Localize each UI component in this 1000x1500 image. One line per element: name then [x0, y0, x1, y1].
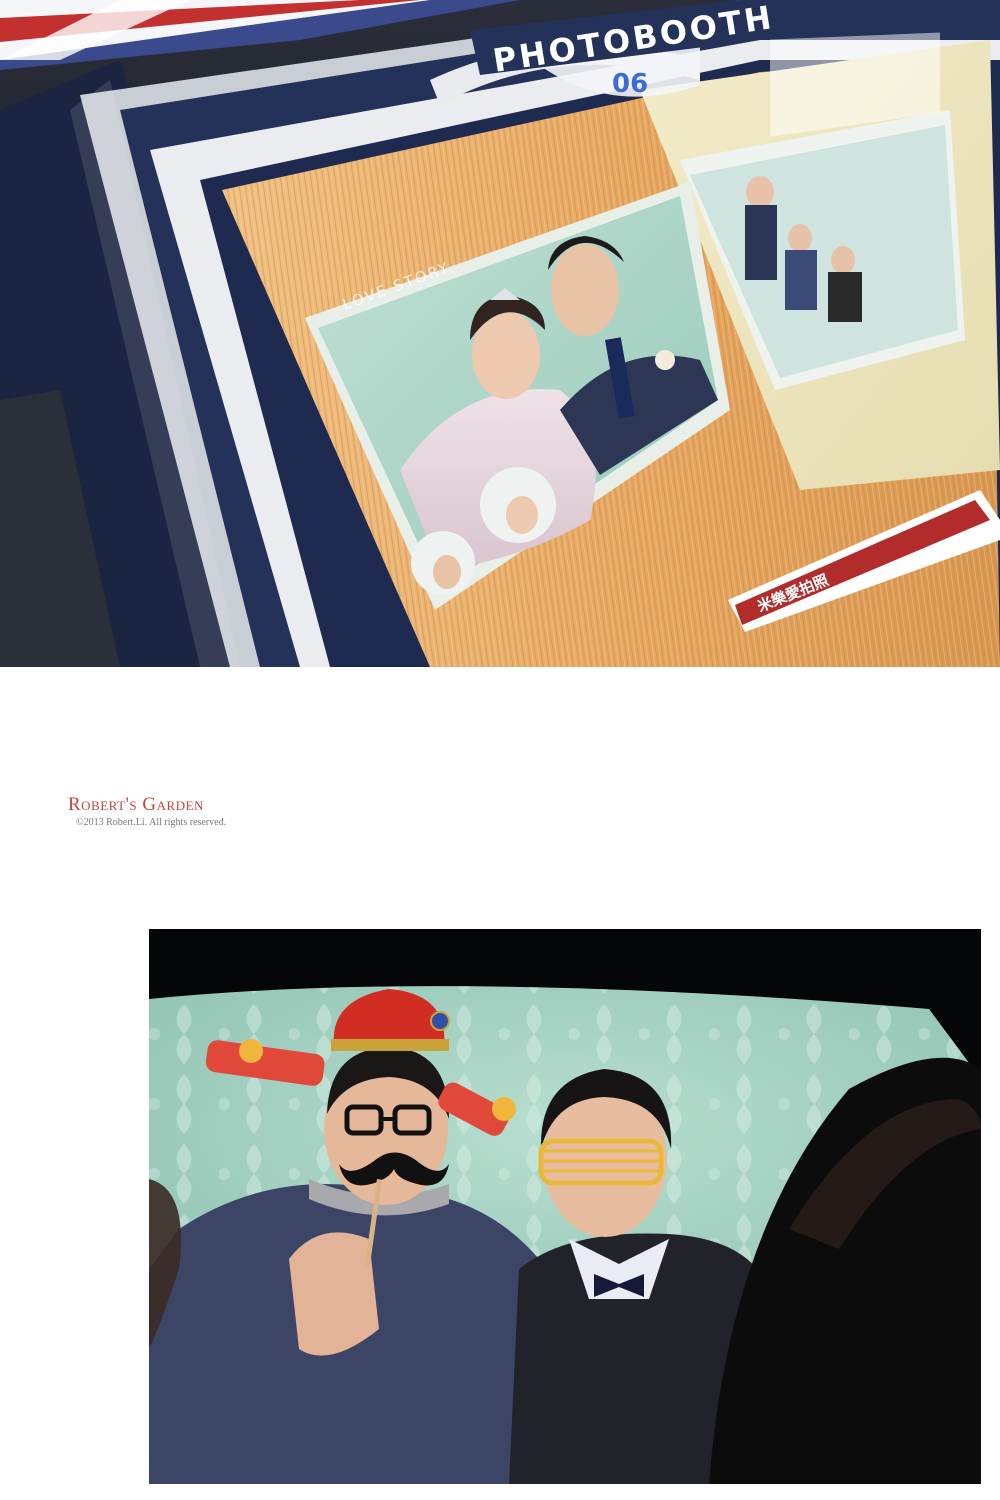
photobooth-screen-illustration: 米樂愛拍照 LOVE STORY 06 PHOTOBOOTH — [0, 0, 1000, 667]
photobooth-props-photo — [149, 929, 981, 1484]
watermark-copyright: ©2013 Robert.Li. All rights reserved. — [76, 817, 227, 828]
props-photo-illustration — [149, 929, 981, 1484]
photographer-watermark: Robert's Garden ©2013 Robert.Li. All rig… — [68, 794, 368, 829]
frame-number-text: 06 — [612, 69, 648, 99]
photobooth-screen-photo: 米樂愛拍照 LOVE STORY 06 PHOTOBOOTH — [0, 0, 1000, 667]
watermark-title: Robert's Garden — [68, 794, 204, 815]
